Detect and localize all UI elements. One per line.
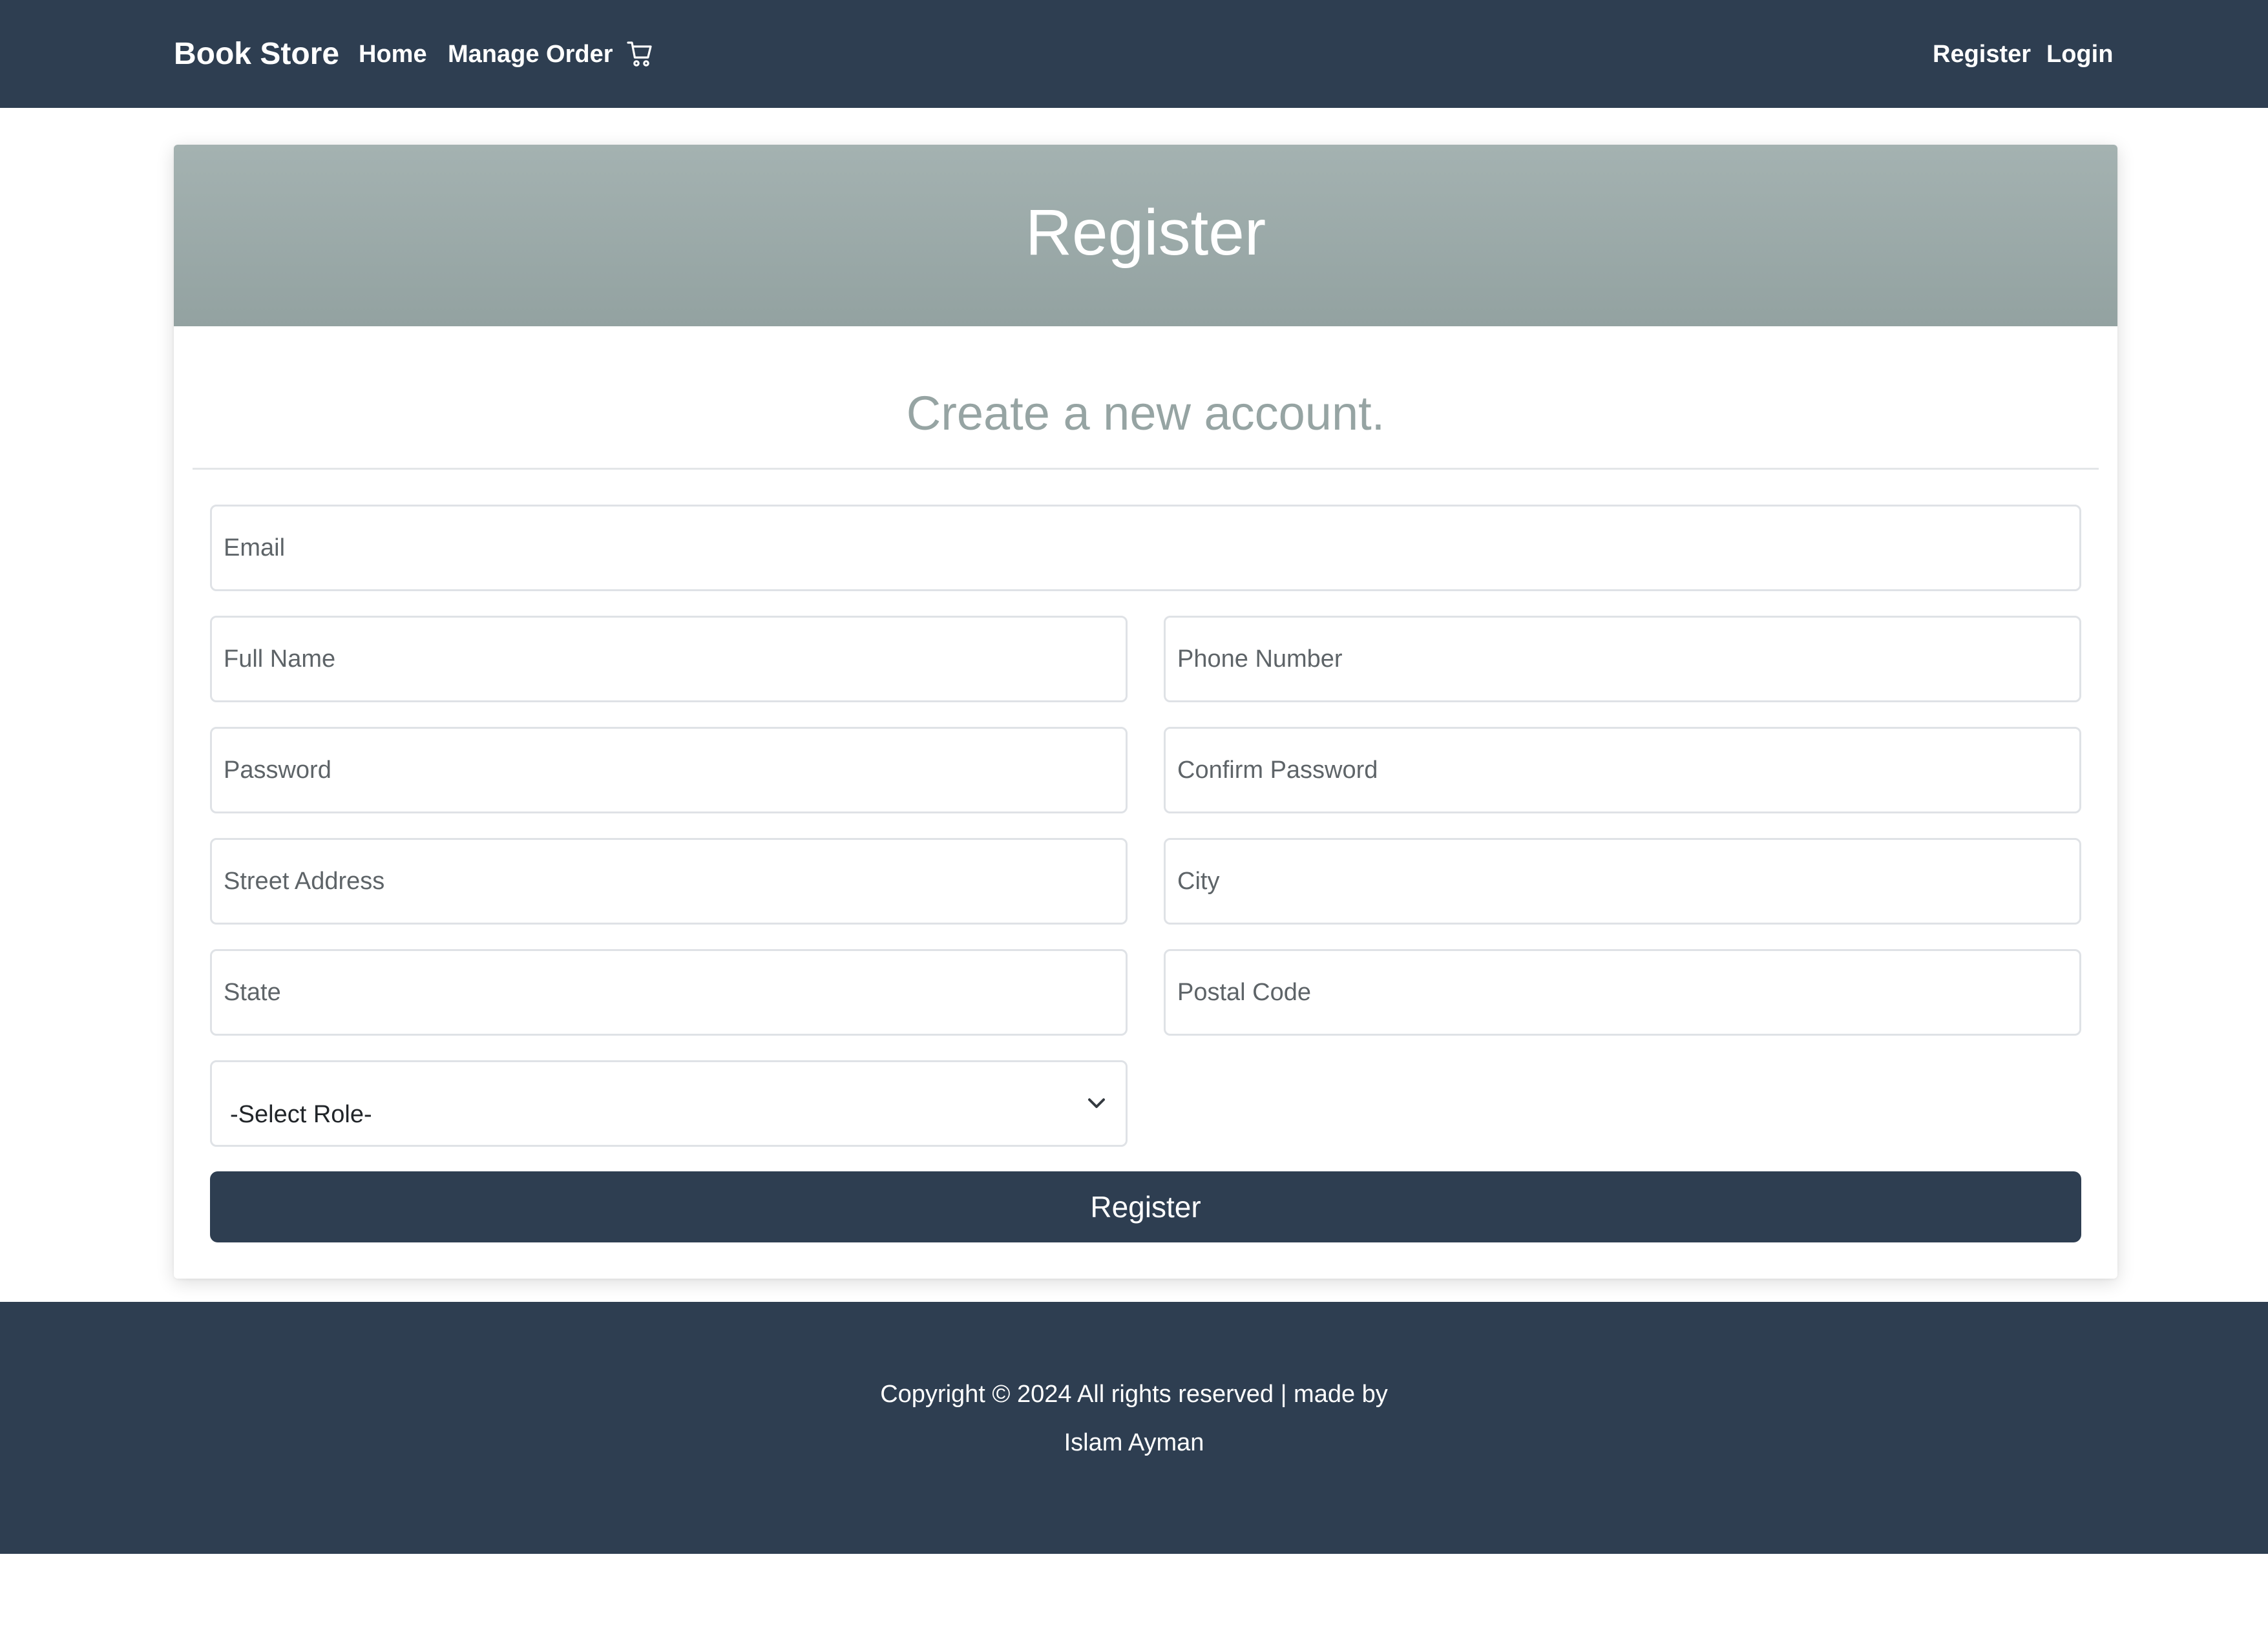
footer-copyright: Copyright © 2024 All rights reserved | m… <box>880 1381 1388 1408</box>
chevron-down-icon <box>1087 1097 1106 1110</box>
footer-author: Islam Ayman <box>1064 1429 1204 1456</box>
form-subtitle: Create a new account. <box>906 386 1385 440</box>
divider <box>193 468 2099 470</box>
cart-icon[interactable] <box>627 40 653 68</box>
confirm-password-input[interactable] <box>1164 727 2081 813</box>
postal-code-input[interactable] <box>1164 949 2081 1036</box>
role-select[interactable]: -Select Role- <box>210 1060 1128 1147</box>
page-title: Register <box>1025 196 1266 269</box>
brand-logo-link[interactable]: Book Store <box>174 32 339 76</box>
nav-link-login[interactable]: Login <box>2046 36 2113 73</box>
register-card: Register Create a new account. -Select R… <box>174 145 2117 1279</box>
page-footer: Copyright © 2024 All rights reserved | m… <box>0 1302 2268 1554</box>
card-header: Register <box>174 145 2117 326</box>
nav-link-manage-order[interactable]: Manage Order <box>448 36 613 73</box>
city-input[interactable] <box>1164 838 2081 925</box>
nav-link-register[interactable]: Register <box>1933 36 2031 73</box>
password-input[interactable] <box>210 727 1128 813</box>
nav-link-home[interactable]: Home <box>359 36 427 73</box>
street-address-input[interactable] <box>210 838 1128 925</box>
register-submit-button[interactable]: Register <box>210 1171 2081 1242</box>
full-name-input[interactable] <box>210 616 1128 702</box>
phone-number-input[interactable] <box>1164 616 2081 702</box>
email-input[interactable] <box>210 505 2081 591</box>
role-select-value: -Select Role- <box>230 1101 372 1128</box>
top-navbar: Book Store Home Manage Order Register Lo… <box>0 0 2268 108</box>
state-input[interactable] <box>210 949 1128 1036</box>
